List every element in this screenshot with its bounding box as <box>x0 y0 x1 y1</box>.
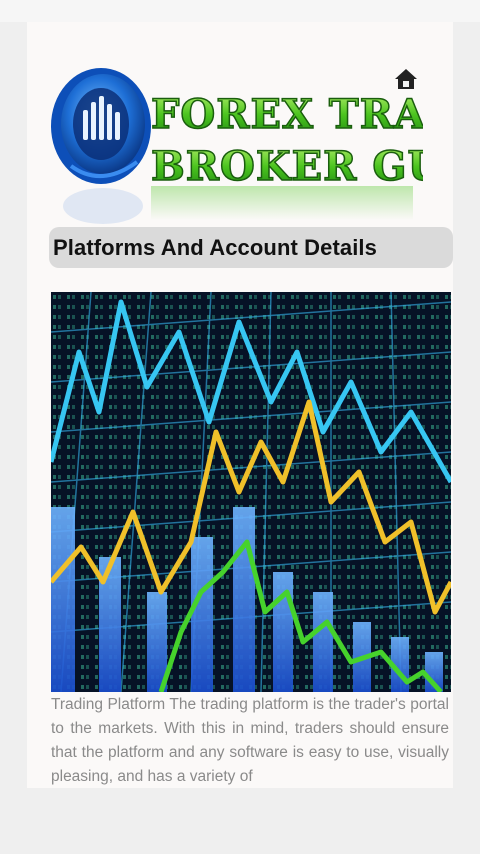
logo-line1: FOREX TRADL <box>151 91 423 138</box>
site-logo[interactable]: FOREX TRADL BROKER GUIDE <box>51 58 423 238</box>
top-strip <box>0 0 480 22</box>
bottom-bar <box>0 788 480 854</box>
section-title-bar: Platforms And Account Details <box>49 227 453 268</box>
section-title: Platforms And Account Details <box>53 235 377 260</box>
article-text: Trading Platform The trading platform is… <box>51 696 449 785</box>
trading-chart-image <box>51 292 451 692</box>
logo-graphic: FOREX TRADL BROKER GUIDE <box>51 68 423 224</box>
logo-line2: BROKER GUIDE <box>151 143 423 190</box>
page-content: FOREX TRADL BROKER GUIDE Platforms And A… <box>27 22 453 788</box>
home-icon[interactable] <box>393 66 419 92</box>
